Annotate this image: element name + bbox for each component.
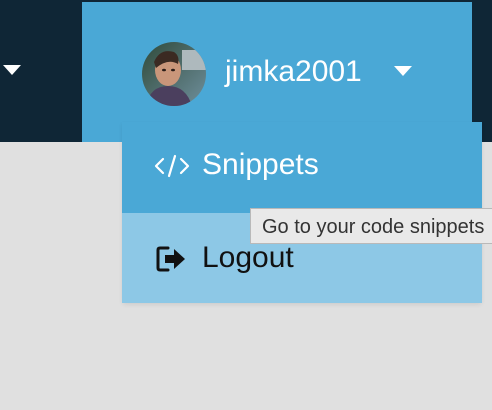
user-avatar[interactable] [142, 42, 206, 106]
username-label[interactable]: jimka2001 [225, 54, 362, 90]
code-icon [154, 148, 190, 184]
user-menu-toggle[interactable]: jimka2001 [82, 2, 472, 142]
avatar-image [142, 42, 206, 106]
tooltip: Go to your code snippets [250, 208, 492, 244]
tooltip-text: Go to your code snippets [262, 216, 485, 238]
menu-item-logout-label: Logout [202, 241, 294, 274]
caret-down-icon[interactable] [3, 65, 21, 75]
menu-item-snippets[interactable]: Snippets [122, 122, 482, 213]
menu-item-snippets-label: Snippets [202, 148, 319, 181]
sign-out-icon [154, 241, 190, 277]
top-navbar: jimka2001 [0, 0, 492, 142]
caret-down-icon[interactable] [394, 66, 412, 76]
